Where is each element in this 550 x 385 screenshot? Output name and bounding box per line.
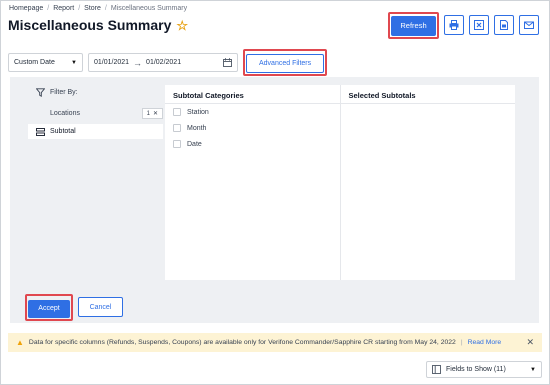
- warning-icon: ▲: [16, 338, 24, 347]
- fields-to-show-dropdown[interactable]: Fields to Show (11) ▼: [426, 361, 542, 378]
- columns-icon: [432, 365, 441, 374]
- category-station[interactable]: Station: [165, 104, 340, 120]
- selected-subtotals-column: Selected Subtotals: [340, 85, 515, 280]
- notice-separator: |: [460, 339, 463, 346]
- category-label: Date: [187, 140, 202, 148]
- refresh-highlight: Refresh: [388, 12, 439, 39]
- notice-text: Data for specific columns (Refunds, Susp…: [28, 339, 456, 346]
- date-from[interactable]: 01/01/2021: [94, 59, 129, 66]
- filter-sidebar: Filter By: Locations 1 ✕ Subtotal: [28, 88, 163, 139]
- breadcrumb-current: Miscellaneous Summary: [110, 5, 188, 12]
- locations-label: Locations: [50, 110, 80, 117]
- filter-by-header: Filter By:: [36, 88, 163, 97]
- breadcrumb-separator: /: [104, 5, 107, 12]
- close-icon[interactable]: ✕: [526, 337, 534, 348]
- favorite-star-icon[interactable]: ☆: [176, 19, 188, 32]
- date-to[interactable]: 01/02/2021: [146, 59, 181, 66]
- category-date[interactable]: Date: [165, 136, 340, 152]
- panel-actions: Accept Cancel: [25, 294, 123, 321]
- category-month[interactable]: Month: [165, 120, 340, 136]
- page-title: Miscellaneous Summary: [8, 17, 172, 33]
- locations-count: 1: [146, 110, 150, 117]
- sidebar-item-subtotal[interactable]: Subtotal: [28, 124, 163, 139]
- chevron-down-icon: ▼: [530, 366, 536, 373]
- pdf-export-button[interactable]: [494, 15, 514, 36]
- arrow-right-icon: →: [133, 57, 143, 68]
- email-button[interactable]: [519, 15, 539, 36]
- refresh-button[interactable]: Refresh: [391, 15, 436, 36]
- excel-export-button[interactable]: [469, 15, 489, 36]
- print-button[interactable]: [444, 15, 464, 36]
- breadcrumb: Homepage / Report / Store / Miscellaneou…: [9, 5, 187, 12]
- checkbox[interactable]: [173, 140, 181, 148]
- breadcrumb-separator: /: [78, 5, 81, 12]
- accept-button[interactable]: Accept: [28, 299, 70, 318]
- subtotal-label: Subtotal: [50, 128, 76, 135]
- read-more-link[interactable]: Read More: [468, 339, 502, 346]
- breadcrumb-separator: /: [47, 5, 50, 12]
- fields-to-show-label: Fields to Show (11): [446, 366, 506, 373]
- selected-subtotals-header: Selected Subtotals: [340, 85, 515, 104]
- subtotal-grid: Subtotal Categories Station Month Date S…: [165, 85, 515, 280]
- chevron-down-icon: ▼: [71, 59, 77, 66]
- category-label: Station: [187, 108, 209, 116]
- checkbox[interactable]: [173, 124, 181, 132]
- top-actions: Refresh: [388, 12, 539, 39]
- date-range-input[interactable]: 01/01/2021 → 01/02/2021: [88, 53, 238, 72]
- page-title-row: Miscellaneous Summary ☆: [8, 17, 188, 33]
- subtotal-categories-column: Subtotal Categories Station Month Date: [165, 85, 341, 280]
- accept-highlight: Accept: [25, 294, 73, 321]
- subtotal-categories-header: Subtotal Categories: [165, 85, 340, 104]
- breadcrumb-homepage[interactable]: Homepage: [9, 5, 43, 12]
- excel-export-icon: [474, 20, 484, 31]
- breadcrumb-report[interactable]: Report: [53, 5, 74, 12]
- email-icon: [524, 21, 534, 30]
- date-mode-select[interactable]: Custom Date ▼: [8, 53, 83, 72]
- category-label: Month: [187, 124, 207, 132]
- warning-notice: ▲ Data for specific columns (Refunds, Su…: [8, 333, 542, 352]
- cancel-button[interactable]: Cancel: [78, 297, 123, 318]
- subtotal-list-icon: [36, 127, 45, 136]
- pdf-export-icon: [500, 20, 508, 31]
- print-icon: [449, 20, 459, 31]
- breadcrumb-store[interactable]: Store: [84, 5, 101, 12]
- advanced-filters-panel: Filter By: Locations 1 ✕ Subtotal Subtot…: [10, 77, 539, 323]
- advanced-filters-highlight: Advanced Filters: [243, 49, 328, 76]
- calendar-icon[interactable]: [223, 58, 232, 67]
- advanced-filters-button[interactable]: Advanced Filters: [246, 54, 325, 73]
- sidebar-item-locations[interactable]: Locations 1 ✕: [28, 108, 163, 119]
- close-icon[interactable]: ✕: [153, 110, 158, 117]
- checkbox[interactable]: [173, 108, 181, 116]
- date-mode-value: Custom Date: [14, 59, 55, 66]
- filter-by-label: Filter By:: [50, 89, 78, 96]
- filter-funnel-icon: [36, 88, 45, 97]
- filter-bar: Custom Date ▼ 01/01/2021 → 01/02/2021 Ad…: [8, 49, 328, 76]
- locations-count-badge: 1 ✕: [141, 108, 163, 119]
